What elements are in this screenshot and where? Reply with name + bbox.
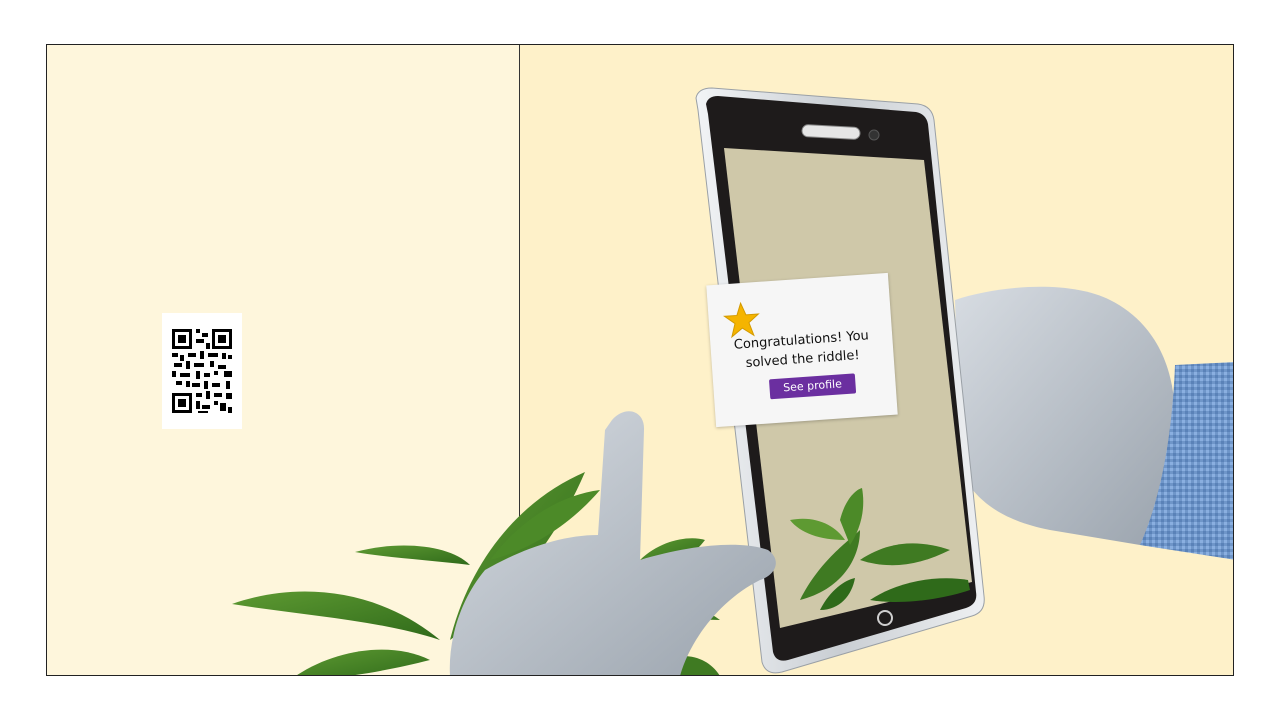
phone-scene — [232, 87, 1233, 675]
right-hand-illustration — [955, 286, 1233, 560]
success-popup: Congratulations! You solved the riddle! … — [706, 272, 898, 428]
see-profile-button[interactable]: See profile — [768, 373, 857, 400]
